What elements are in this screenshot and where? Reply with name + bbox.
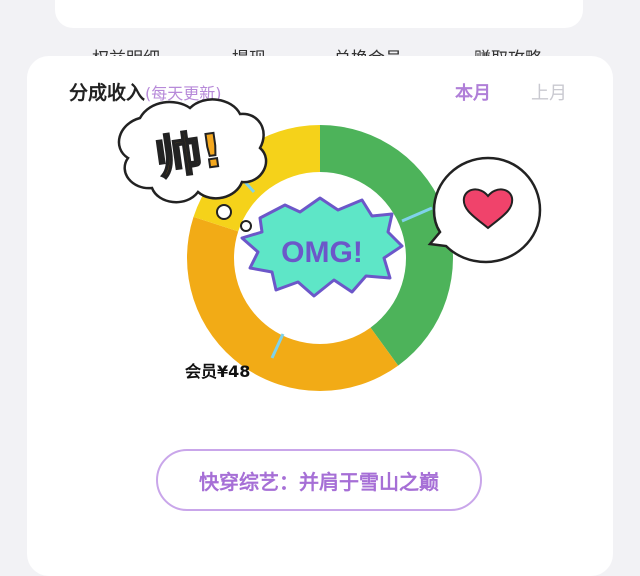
omg-text: OMG! (281, 236, 363, 269)
shuai-text: 帅! (152, 123, 226, 186)
segment-label-vip: 会员¥48 (185, 362, 251, 381)
show-title-button[interactable]: 快穿综艺：并肩于雪山之巅 (156, 449, 482, 511)
heart-bubble-sticker (427, 156, 542, 264)
omg-sticker: OMG! (240, 196, 404, 298)
